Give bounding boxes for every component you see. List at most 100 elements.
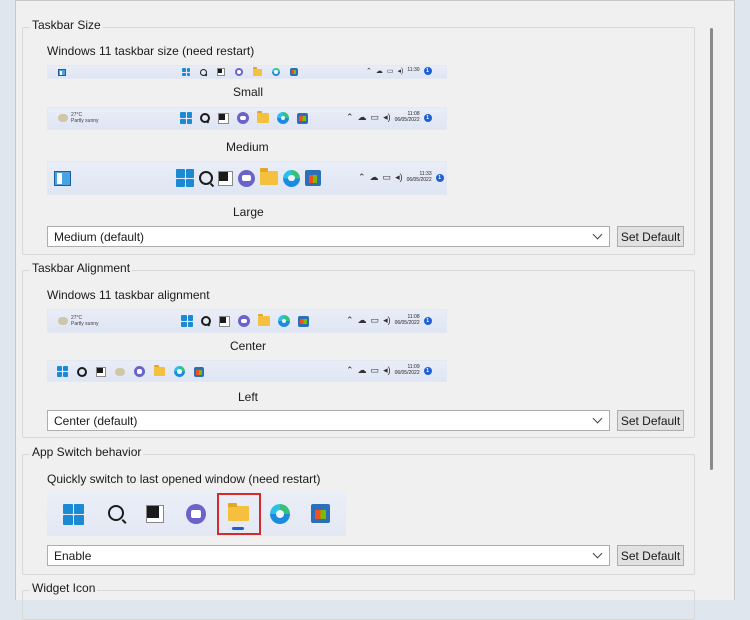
app-switch-dropdown-value: Enable — [54, 548, 92, 563]
taskbar-size-label: Windows 11 taskbar size (need restart) — [47, 44, 255, 58]
taskbar-alignment-dropdown[interactable]: Center (default) — [47, 410, 610, 431]
notification-badge: 1 — [423, 366, 432, 375]
widget-icon-group-title: Widget Icon — [30, 581, 98, 595]
notification-badge: 1 — [423, 113, 432, 122]
notification-badge: 1 — [423, 67, 432, 75]
chat-icon — [134, 366, 145, 377]
clock: 11:08 06/05/2022 — [395, 314, 420, 326]
clock-date: 06/05/2022 — [394, 116, 420, 123]
scrollbar-thumb[interactable] — [710, 28, 713, 470]
store-icon — [290, 68, 298, 76]
edge-icon — [283, 169, 300, 187]
clock: 11:33 06/05/2022 — [406, 171, 432, 183]
preview-caption-center: Center — [230, 339, 267, 353]
taskbar-size-set-default-button[interactable]: Set Default — [617, 226, 684, 247]
volume-icon: ◂) — [397, 68, 404, 75]
weather-icon — [115, 367, 125, 376]
app-switch-dropdown[interactable]: Enable — [47, 545, 610, 566]
cloud-icon: ☁ — [357, 315, 367, 325]
system-tray: ⌃ ☁ ▭ ◂) 11:08 06/05/2022 1 — [346, 111, 432, 123]
system-tray: ⌃ ☁ ▭ ◂) 11:30 1 — [366, 67, 432, 75]
app-switch-group-title: App Switch behavior — [30, 445, 144, 459]
task-view-icon — [218, 170, 233, 186]
taskbar-center-icons — [181, 314, 309, 327]
system-tray: ⌃ ☁ ▭ ◂) 11:33 06/05/2022 1 — [358, 171, 444, 183]
volume-icon: ◂) — [395, 172, 403, 182]
taskbar-alignment-group-title: Taskbar Alignment — [30, 261, 133, 275]
search-icon — [77, 366, 87, 377]
preview-caption-large: Large — [233, 205, 264, 219]
file-explorer-icon — [258, 314, 270, 326]
app-switch-set-default-button[interactable]: Set Default — [617, 545, 684, 566]
chat-icon — [237, 112, 249, 124]
volume-icon: ◂) — [383, 112, 391, 122]
taskbar-preview-medium: 27°C Partly sunny ⌃ ☁ ▭ ◂) 11:08 06/05/2… — [47, 107, 447, 130]
clock: 11:30 — [407, 68, 419, 74]
system-tray: ⌃ ☁ ▭ ◂) 11:08 06/05/2022 1 — [346, 314, 432, 326]
clock: 11:08 06/05/2022 — [394, 111, 420, 123]
app-switch-label: Quickly switch to last opened window (ne… — [47, 472, 321, 486]
chevron-up-icon: ⌃ — [346, 315, 354, 325]
weather-desc: Partly sunny — [71, 321, 99, 327]
display-icon: ▭ — [370, 112, 380, 122]
taskbar-alignment-set-default-button[interactable]: Set Default — [617, 410, 684, 431]
task-view-icon — [96, 366, 106, 377]
weather-desc: Partly sunny — [71, 118, 99, 124]
taskbar-preview-small: ⌃ ☁ ▭ ◂) 11:30 1 — [47, 65, 447, 79]
file-explorer-icon — [260, 168, 278, 185]
clock-date: 06/05/2022 — [394, 369, 420, 376]
taskbar-size-group-title: Taskbar Size — [30, 18, 103, 32]
task-view-icon — [219, 315, 230, 327]
search-icon — [200, 113, 210, 123]
taskbar-center-icons — [176, 168, 321, 187]
start-icon — [63, 504, 84, 525]
search-icon — [108, 505, 124, 521]
clock-date: 06/05/2022 — [406, 176, 432, 183]
widgets-icon — [58, 69, 66, 76]
display-icon: ▭ — [370, 315, 380, 325]
cloud-icon: ☁ — [357, 365, 367, 375]
clock: 11:09 06/05/2022 — [394, 364, 420, 376]
weather-widget: 27°C Partly sunny — [58, 315, 99, 327]
file-explorer-icon — [253, 67, 262, 76]
chat-icon — [238, 169, 255, 187]
taskbar-alignment-label: Windows 11 taskbar alignment — [47, 288, 210, 302]
weather-icon — [58, 114, 68, 122]
preview-caption-left: Left — [238, 390, 259, 404]
system-tray: ⌃ ☁ ▭ ◂) 11:09 06/05/2022 1 — [346, 364, 432, 376]
taskbar-size-dropdown-value: Medium (default) — [54, 229, 145, 244]
chevron-up-icon: ⌃ — [366, 68, 372, 75]
cloud-icon: ☁ — [369, 172, 379, 182]
edge-icon — [270, 504, 290, 524]
chevron-up-icon: ⌃ — [346, 365, 354, 375]
search-icon — [201, 316, 211, 326]
widgets-icon — [54, 171, 71, 186]
taskbar-preview-large: ⌃ ☁ ▭ ◂) 11:33 06/05/2022 1 — [47, 161, 447, 195]
taskbar-size-dropdown[interactable]: Medium (default) — [47, 226, 610, 247]
file-explorer-icon — [257, 111, 269, 123]
start-icon — [57, 366, 68, 377]
clock-time: 11:30 — [407, 67, 420, 74]
file-explorer-icon — [154, 365, 165, 376]
vertical-scrollbar[interactable] — [706, 8, 718, 600]
display-icon: ▭ — [382, 172, 392, 182]
chevron-down-icon — [592, 548, 603, 559]
taskbar-preview-center: 27°C Partly sunny ⌃ ☁ ▭ ◂) 11:08 06/05/2… — [47, 309, 447, 333]
store-icon — [194, 366, 204, 377]
taskbar-alignment-dropdown-value: Center (default) — [54, 413, 138, 428]
chevron-down-icon — [592, 229, 603, 240]
start-icon — [176, 169, 194, 187]
notification-badge: 1 — [435, 173, 444, 182]
task-view-icon — [217, 68, 225, 76]
volume-icon: ◂) — [383, 315, 391, 325]
highlighted-file-explorer-box — [217, 493, 261, 535]
search-icon — [199, 171, 213, 185]
search-icon — [200, 68, 207, 76]
widget-icon-group: Widget Icon — [22, 581, 695, 620]
cloud-icon: ☁ — [375, 68, 383, 75]
chevron-down-icon — [592, 413, 603, 424]
weather-icon — [58, 317, 68, 325]
taskbar-center-icons — [182, 67, 298, 76]
taskbar-left-icons — [57, 365, 204, 377]
chevron-up-icon: ⌃ — [346, 112, 354, 122]
